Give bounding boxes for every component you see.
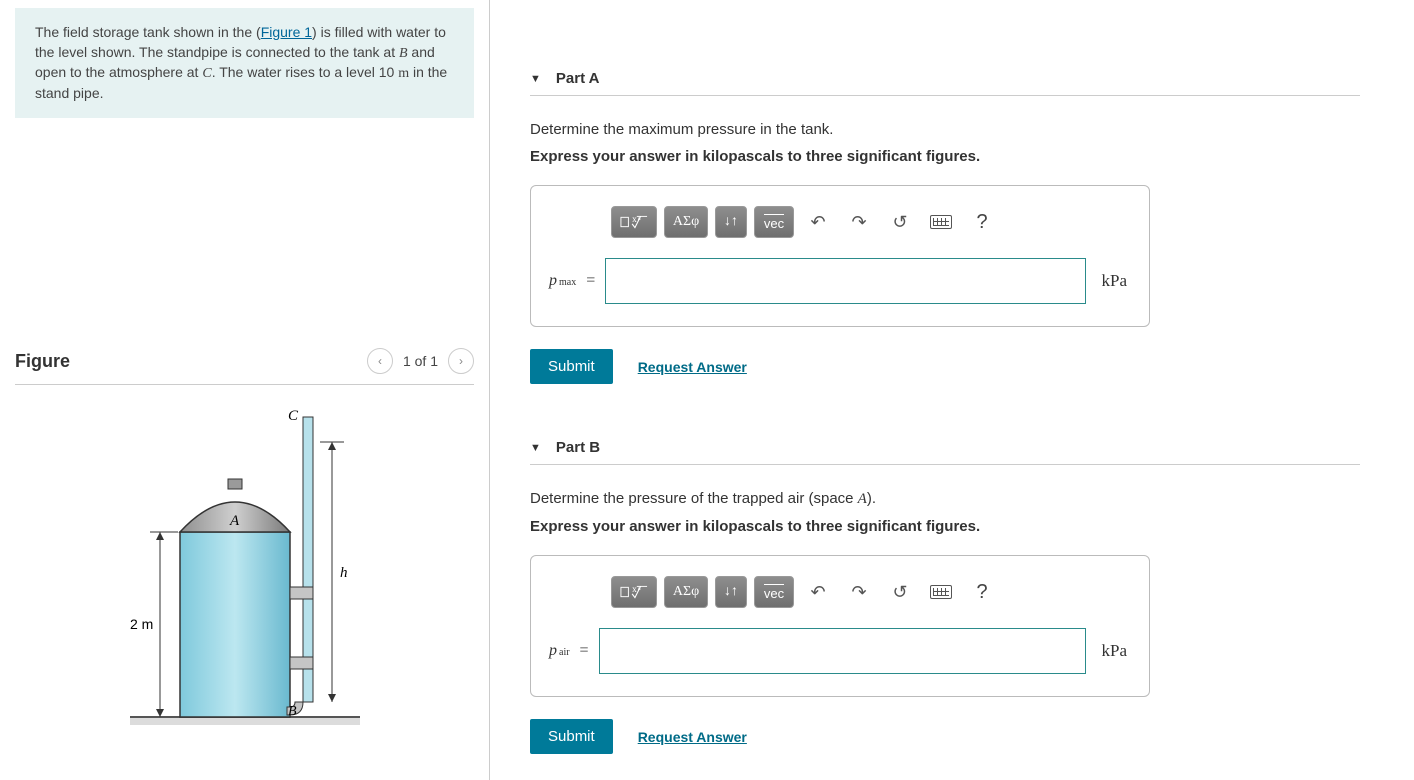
label-2m: 2 m	[130, 616, 153, 632]
part-b-header[interactable]: ▼ Part B	[530, 439, 1360, 465]
reset-button[interactable]: ↺	[883, 206, 917, 238]
undo-button[interactable]: ↶	[801, 576, 835, 608]
vec-button[interactable]: vec	[754, 576, 794, 608]
figure-prev-button[interactable]: ‹	[367, 348, 393, 374]
part-a-request-answer-link[interactable]: Request Answer	[638, 359, 747, 375]
label-h: h	[340, 565, 348, 581]
part-b-toolbar: xa ΑΣφ ↓↑ vec ↶ ↷ ↺ ?	[541, 576, 1139, 608]
equals-sign: =	[580, 642, 589, 660]
part-b-title: Part B	[556, 439, 600, 456]
part-a-title: Part A	[556, 70, 600, 87]
var-B: B	[399, 46, 408, 61]
figure-section: Figure ‹ 1 of 1 ›	[15, 348, 474, 735]
part-b-answer-box: xa ΑΣφ ↓↑ vec ↶ ↷ ↺ ? pair = kPa	[530, 555, 1150, 697]
vec-button[interactable]: vec	[754, 206, 794, 238]
figure-body[interactable]: A C B h	[15, 385, 474, 735]
arrows-button[interactable]: ↓↑	[715, 206, 747, 238]
part-a-answer-input[interactable]	[605, 258, 1085, 304]
figure-counter: 1 of 1	[403, 353, 438, 369]
figure-nav: ‹ 1 of 1 ›	[367, 348, 474, 374]
part-b-request-answer-link[interactable]: Request Answer	[638, 729, 747, 745]
redo-button[interactable]: ↷	[842, 576, 876, 608]
figure-header: Figure ‹ 1 of 1 ›	[15, 348, 474, 385]
part-b-express: Express your answer in kilopascals to th…	[530, 518, 1394, 535]
label-B: B	[288, 704, 297, 719]
part-a-unit: kPa	[1102, 271, 1128, 291]
left-pane: The field storage tank shown in the (Fig…	[0, 0, 490, 780]
templates-button[interactable]: xa	[611, 206, 657, 238]
unit-m: m	[398, 66, 409, 81]
part-b-instruction: Determine the pressure of the trapped ai…	[530, 490, 1394, 508]
part-a-actions: Submit Request Answer	[530, 349, 1394, 384]
redo-button[interactable]: ↷	[842, 206, 876, 238]
problem-text-1: The field storage tank shown in the (	[35, 24, 261, 40]
problem-text-4: . The water rises to a level 10	[212, 64, 399, 80]
keyboard-button[interactable]	[924, 576, 958, 608]
part-b-submit-button[interactable]: Submit	[530, 719, 613, 754]
label-A: A	[229, 513, 240, 529]
page-container: The field storage tank shown in the (Fig…	[0, 0, 1414, 780]
tank-diagram: A C B h	[100, 397, 390, 735]
part-a-submit-button[interactable]: Submit	[530, 349, 613, 384]
greek-button[interactable]: ΑΣφ	[664, 206, 708, 238]
part-a-input-row: pmax = kPa	[541, 258, 1139, 304]
part-b-block: ▼ Part B Determine the pressure of the t…	[530, 439, 1394, 754]
keyboard-icon	[930, 585, 952, 599]
problem-statement: The field storage tank shown in the (Fig…	[15, 8, 474, 118]
figure-title: Figure	[15, 351, 70, 372]
part-b-input-row: pair = kPa	[541, 628, 1139, 674]
greek-button[interactable]: ΑΣφ	[664, 576, 708, 608]
templates-button[interactable]: xa	[611, 576, 657, 608]
collapse-icon: ▼	[530, 442, 541, 454]
reset-button[interactable]: ↺	[883, 576, 917, 608]
part-b-var-label: pair	[549, 642, 570, 660]
collapse-icon: ▼	[530, 73, 541, 85]
equals-sign: =	[586, 272, 595, 290]
figure-next-button[interactable]: ›	[448, 348, 474, 374]
part-a-block: ▼ Part A Determine the maximum pressure …	[530, 70, 1394, 384]
figure-link[interactable]: Figure 1	[261, 24, 312, 40]
arrows-button[interactable]: ↓↑	[715, 576, 747, 608]
part-a-instruction: Determine the maximum pressure in the ta…	[530, 121, 1394, 138]
right-pane: ▼ Part A Determine the maximum pressure …	[490, 0, 1414, 780]
var-C: C	[202, 66, 211, 81]
help-button[interactable]: ?	[965, 206, 999, 238]
part-b-unit: kPa	[1102, 641, 1128, 661]
part-a-var-label: pmax	[549, 272, 576, 290]
keyboard-icon	[930, 215, 952, 229]
keyboard-button[interactable]	[924, 206, 958, 238]
part-b-answer-input[interactable]	[599, 628, 1086, 674]
part-b-actions: Submit Request Answer	[530, 719, 1394, 754]
label-C: C	[288, 408, 299, 424]
part-a-toolbar: xa ΑΣφ ↓↑ vec ↶ ↷ ↺ ?	[541, 206, 1139, 238]
part-a-header[interactable]: ▼ Part A	[530, 70, 1360, 96]
part-a-express: Express your answer in kilopascals to th…	[530, 148, 1394, 165]
part-a-answer-box: xa ΑΣφ ↓↑ vec ↶ ↷ ↺ ? pmax = kPa	[530, 185, 1150, 327]
help-button[interactable]: ?	[965, 576, 999, 608]
undo-button[interactable]: ↶	[801, 206, 835, 238]
